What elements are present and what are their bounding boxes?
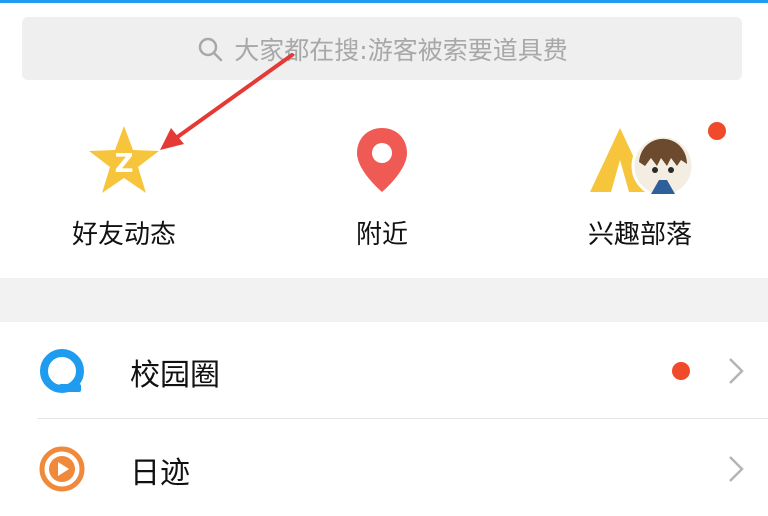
search-icon: [199, 37, 223, 61]
grid-item-label: 附近: [355, 220, 408, 250]
grid-item-friend-feed[interactable]: Z 好友动态: [24, 112, 224, 251]
play-circle-icon: [39, 446, 85, 492]
campus-q-icon: [40, 349, 84, 393]
grid-item-label: 兴趣部落: [587, 220, 692, 250]
notification-dot: [708, 122, 726, 140]
search-placeholder: 大家都在搜:游客被索要道具费: [234, 35, 568, 65]
list-item-label: 校园圈: [130, 358, 220, 393]
svg-text:Z: Z: [115, 149, 134, 179]
star-q-icon: Z: [89, 126, 159, 193]
chevron-right-icon: [729, 456, 744, 482]
tent-avatar-icon: [590, 128, 695, 198]
grid-item-label: 好友动态: [71, 220, 176, 250]
grid-item-interest-tribe[interactable]: 兴趣部落: [540, 112, 740, 251]
list-item-campus-circle[interactable]: 校园圈: [0, 322, 768, 418]
grid-item-nearby[interactable]: 附近: [282, 112, 482, 251]
search-bar[interactable]: 大家都在搜:游客被索要道具费: [22, 17, 742, 80]
list-item-daily-trace[interactable]: 日迹: [0, 420, 768, 516]
top-status-bar: [0, 0, 768, 3]
list-item-label: 日迹: [130, 456, 190, 491]
section-separator: [0, 278, 768, 322]
notification-dot: [672, 362, 690, 380]
list-divider: [37, 418, 768, 419]
location-pin-icon: [357, 128, 407, 192]
chevron-right-icon: [729, 358, 744, 384]
